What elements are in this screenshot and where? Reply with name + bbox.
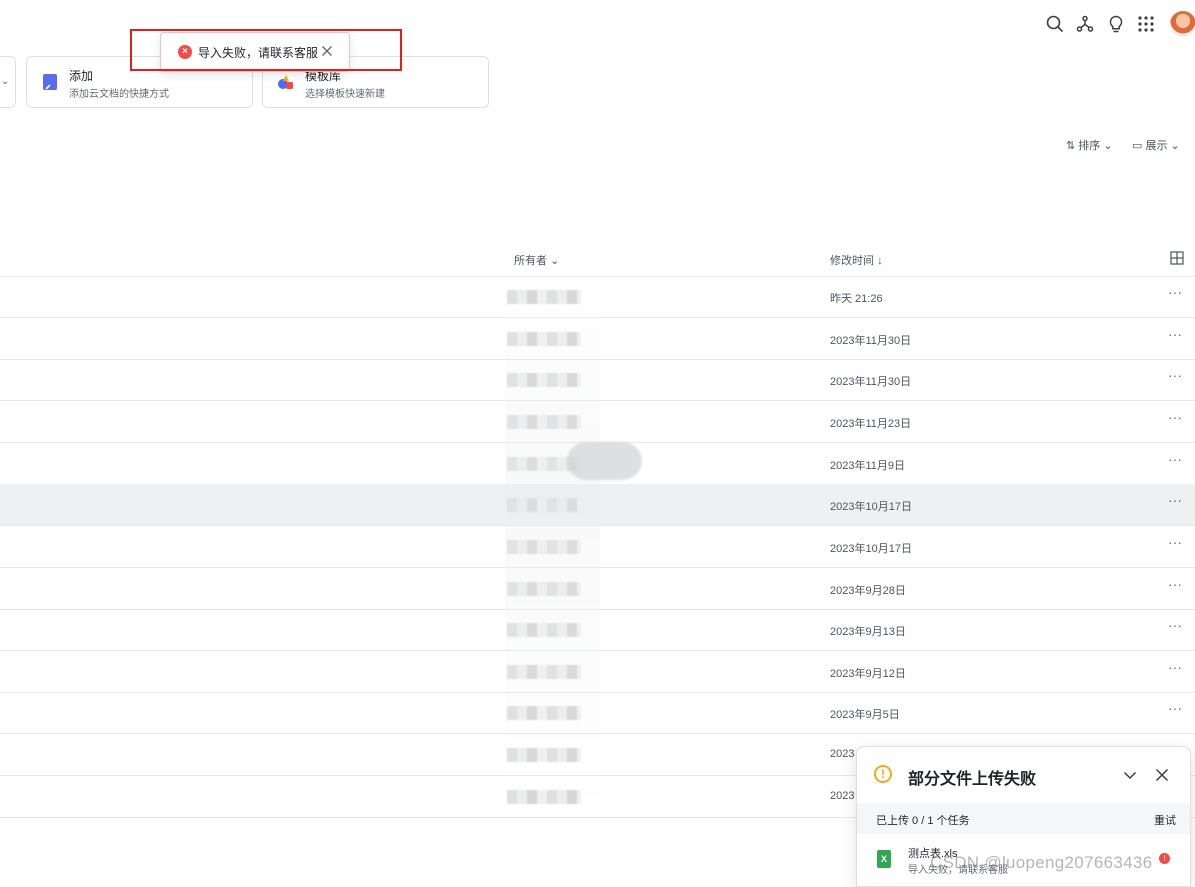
owner-avatar-blurred (507, 498, 581, 512)
owner-avatar-blurred (507, 540, 581, 554)
upload-status-panel: ! 部分文件上传失败 已上传 0 / 1 个任务 重试 X 测点表.xls 导入… (856, 746, 1191, 887)
more-actions-icon[interactable]: ··· (1168, 659, 1182, 675)
table-header: 所有者 ⌄ 修改时间 ↓ (0, 240, 1195, 277)
shortcut-icon (41, 73, 59, 91)
modified-date: 2023年9月12日 (830, 668, 906, 680)
modified-date: 2023年11月30日 (830, 335, 912, 347)
toast-message: 导入失败，请联系客服 (198, 46, 319, 60)
more-actions-icon[interactable]: ··· (1168, 576, 1182, 592)
owner-avatar-blurred (507, 706, 581, 720)
table-row[interactable]: 2023年10月17日 ··· (0, 526, 1195, 568)
table-row[interactable]: 2023年9月5日 ··· (0, 692, 1195, 734)
more-actions-icon[interactable]: ··· (1168, 326, 1182, 342)
table-row[interactable]: 2023年9月28日 ··· (0, 568, 1195, 610)
more-actions-icon[interactable]: ··· (1168, 367, 1182, 383)
owner-column-header[interactable]: 所有者 ⌄ (514, 252, 559, 268)
owner-avatar-blurred (507, 748, 581, 762)
more-actions-icon[interactable]: ··· (1168, 451, 1182, 467)
table-row[interactable]: 昨天 21:26 ··· (0, 276, 1195, 318)
excel-file-icon: X (877, 850, 891, 868)
more-actions-icon[interactable]: ··· (1168, 617, 1182, 633)
more-actions-icon[interactable]: ··· (1168, 700, 1182, 716)
share-network-icon[interactable] (1075, 14, 1095, 34)
warning-icon: ! (874, 765, 892, 783)
upload-progress-bar: 已上传 0 / 1 个任务 重试 (857, 803, 1190, 834)
arrow-down-icon: ↓ (877, 255, 883, 267)
modified-date: 2023年11月30日 (830, 376, 912, 388)
view-button[interactable]: ▭ 展示 ⌄ (1132, 137, 1180, 153)
chevron-down-icon: ⌄ (1103, 140, 1113, 152)
modified-date: 2023年10月17日 (830, 501, 912, 513)
more-actions-icon[interactable]: ··· (1168, 492, 1182, 508)
table-row[interactable]: 2023年11月30日 ··· (0, 359, 1195, 401)
close-icon[interactable] (319, 43, 335, 59)
failure-badge-icon[interactable]: ! (1159, 853, 1170, 864)
card-description: 选择模板快速新建 (305, 89, 385, 100)
layout-grid-icon[interactable] (1170, 251, 1184, 265)
more-actions-icon[interactable]: ··· (1168, 534, 1182, 550)
table-row[interactable]: 2023年9月13日 ··· (0, 609, 1195, 651)
view-label: 展示 (1145, 140, 1168, 152)
retry-button[interactable]: 重试 (1154, 812, 1176, 828)
modified-date: 2023 (830, 748, 855, 760)
chevron-down-icon: ⌄ (1, 76, 10, 87)
search-icon[interactable] (1045, 14, 1065, 34)
template-icon (277, 73, 295, 91)
more-actions-icon[interactable]: ··· (1168, 284, 1182, 300)
modified-date: 2023年9月28日 (830, 585, 906, 597)
collapse-chevron-icon[interactable] (1122, 767, 1138, 783)
chevron-down-icon: ⌄ (1170, 140, 1180, 152)
owner-avatar-blurred (507, 290, 581, 304)
sort-label: 排序 (1078, 140, 1101, 152)
error-circle-icon: × (178, 45, 192, 59)
modified-date: 2023年11月9日 (830, 460, 906, 472)
card-description: 添加云文档的快捷方式 (69, 89, 169, 100)
table-row[interactable]: 2023年9月12日 ··· (0, 651, 1195, 693)
sort-button[interactable]: ⇅ 排序 ⌄ (1066, 137, 1113, 153)
owner-header-label: 所有者 (514, 255, 547, 267)
modified-date: 2023 (830, 790, 855, 802)
close-icon[interactable] (1154, 767, 1170, 783)
table-row[interactable]: 2023年11月23日 ··· (0, 401, 1195, 443)
modified-header-label: 修改时间 (830, 255, 874, 267)
panel-title: 部分文件上传失败 (908, 771, 1037, 788)
error-toast: × 导入失败，请联系客服 (160, 32, 350, 72)
modified-date: 2023年10月17日 (830, 543, 912, 555)
modified-date: 2023年11月23日 (830, 418, 912, 430)
privacy-blur-blob (567, 442, 642, 480)
view-icon: ▭ (1132, 140, 1143, 152)
modified-column-header[interactable]: 修改时间 ↓ (830, 252, 883, 268)
user-avatar[interactable] (1170, 11, 1195, 37)
owner-avatar-blurred (507, 373, 581, 387)
table-row[interactable]: 2023年10月17日 ··· (0, 484, 1195, 526)
apps-grid-icon[interactable] (1136, 14, 1156, 34)
file-status: 导入失败，请联系客服 (908, 865, 1008, 876)
more-actions-icon[interactable]: ··· (1168, 409, 1182, 425)
table-row[interactable]: 2023年11月30日 ··· (0, 318, 1195, 360)
owner-avatar-blurred (507, 582, 581, 596)
file-name: 测点表.xls (908, 848, 958, 860)
modified-date: 昨天 21:26 (830, 293, 883, 305)
owner-avatar-blurred (507, 332, 581, 346)
modified-date: 2023年9月13日 (830, 626, 906, 638)
upload-progress-text: 已上传 0 / 1 个任务 (876, 815, 970, 827)
owner-avatar-blurred (507, 790, 581, 804)
owner-avatar-blurred (507, 623, 581, 637)
new-card-partial[interactable]: ⌄ (0, 56, 16, 108)
lightbulb-icon[interactable] (1106, 14, 1126, 34)
owner-avatar-blurred (507, 665, 581, 679)
modified-date: 2023年9月5日 (830, 709, 900, 721)
owner-avatar-blurred (507, 415, 581, 429)
card-title: 添加 (69, 69, 94, 83)
chevron-down-icon: ⌄ (550, 255, 560, 267)
sort-icon: ⇅ (1066, 140, 1076, 152)
